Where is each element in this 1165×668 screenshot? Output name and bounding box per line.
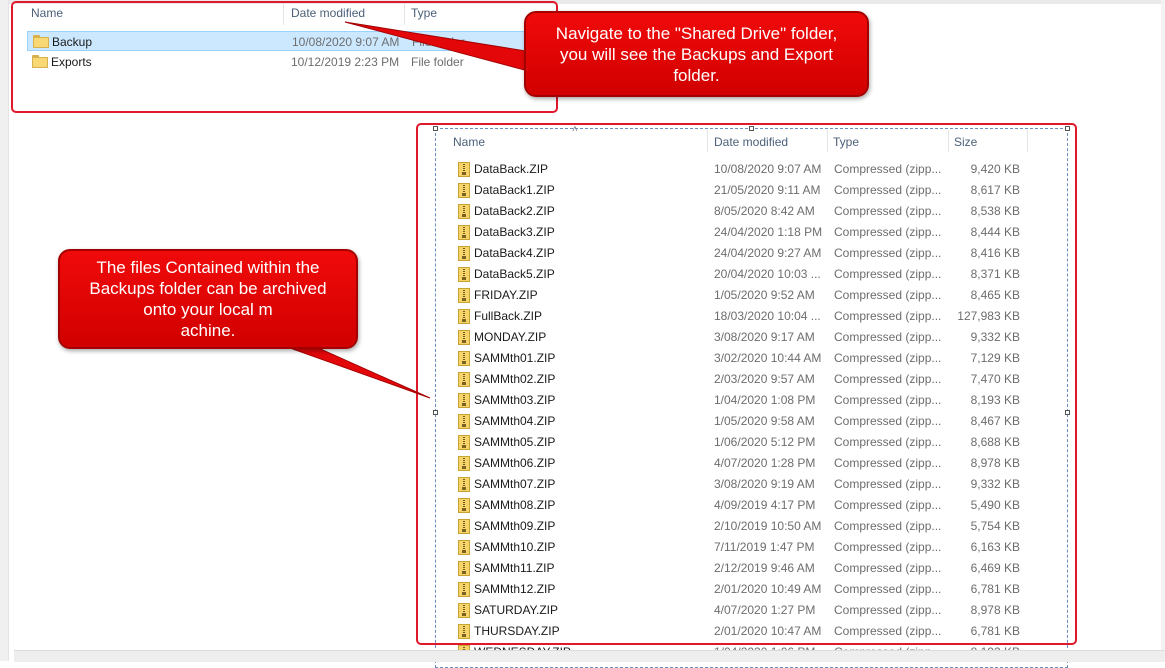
callout-navigate: Navigate to the "Shared Drive" folder, y… xyxy=(524,11,869,97)
callout-archive-line: The files Contained within the xyxy=(96,258,320,277)
callout-navigate-line: Navigate to the "Shared Drive" folder, xyxy=(555,23,838,43)
callout-archive-line: achine. xyxy=(180,321,236,340)
callout-archive: The files Contained within the Backups f… xyxy=(58,249,358,349)
callout-archive-line: Backups folder can be archived xyxy=(89,279,327,298)
callout-navigate-line: you will see the Backups and Export xyxy=(559,44,834,64)
callout-navigate-line: folder. xyxy=(673,65,720,85)
callout-archive-line: onto your local m xyxy=(143,300,273,319)
callout-pointer-navigate xyxy=(344,21,533,73)
